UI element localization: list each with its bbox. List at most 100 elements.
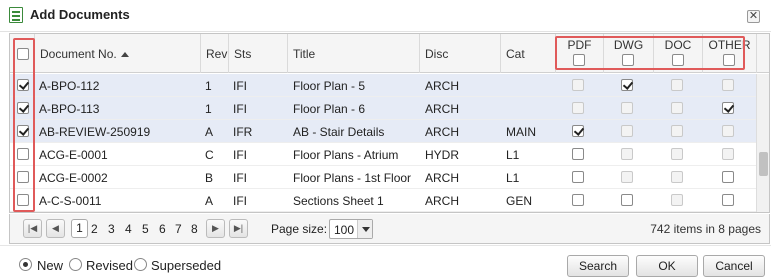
pdf-checkbox[interactable] bbox=[572, 148, 584, 160]
dwg-checkbox[interactable] bbox=[621, 171, 633, 183]
doc-checkbox[interactable] bbox=[671, 125, 683, 137]
column-header-dwg: DWG bbox=[603, 34, 653, 73]
select-all-header bbox=[10, 34, 34, 73]
dwg-checkbox[interactable] bbox=[621, 194, 633, 206]
page-link-8[interactable]: 8 bbox=[191, 222, 198, 236]
column-header-sts[interactable]: Sts bbox=[228, 34, 287, 73]
document-no-cell: A-BPO-113 bbox=[39, 102, 100, 116]
sort-ascending-icon bbox=[120, 52, 129, 57]
column-header-title[interactable]: Title bbox=[287, 34, 419, 73]
row-select-checkbox[interactable] bbox=[17, 102, 29, 114]
column-header-cat[interactable]: Cat bbox=[500, 34, 555, 73]
document-no-cell: A-C-S-0011 bbox=[39, 194, 102, 208]
radio-new[interactable] bbox=[19, 258, 32, 271]
sts-cell: IFR bbox=[233, 125, 253, 139]
doc-checkbox[interactable] bbox=[671, 194, 683, 206]
table-row[interactable]: A-BPO-113 1 IFI Floor Plan - 6 ARCH bbox=[10, 97, 756, 120]
table-row[interactable]: AB-REVIEW-250919 A IFR AB - Stair Detail… bbox=[10, 120, 756, 143]
page-size-select[interactable]: 100 bbox=[329, 219, 373, 239]
doc-checkbox[interactable] bbox=[671, 171, 683, 183]
table-row[interactable]: ACG-E-0001 C IFI Floor Plans - Atrium HY… bbox=[10, 143, 756, 166]
next-page-button[interactable]: ▶ bbox=[206, 219, 225, 238]
other-checkbox[interactable] bbox=[722, 148, 734, 160]
radio-superseded[interactable] bbox=[134, 258, 147, 271]
row-select-checkbox[interactable] bbox=[17, 171, 29, 183]
sts-cell: IFI bbox=[233, 194, 247, 208]
title-cell: Floor Plans - Atrium bbox=[293, 148, 399, 162]
ok-button[interactable]: OK bbox=[636, 255, 698, 277]
radio-revised[interactable] bbox=[69, 258, 82, 271]
page-link-3[interactable]: 3 bbox=[108, 222, 115, 236]
pdf-checkbox[interactable] bbox=[572, 194, 584, 206]
chevron-down-icon[interactable] bbox=[357, 220, 372, 238]
pdf-checkbox[interactable] bbox=[572, 125, 584, 137]
dwg-select-all-checkbox[interactable] bbox=[622, 54, 634, 66]
doc-checkbox[interactable] bbox=[671, 102, 683, 114]
disc-cell: ARCH bbox=[425, 79, 460, 93]
previous-page-button[interactable]: ◀ bbox=[46, 219, 65, 238]
column-header-document-no[interactable]: Document No. bbox=[34, 34, 200, 73]
other-select-all-checkbox[interactable] bbox=[723, 54, 735, 66]
document-no-cell: ACG-E-0001 bbox=[39, 148, 108, 162]
select-all-checkbox[interactable] bbox=[17, 48, 29, 60]
doc-checkbox[interactable] bbox=[671, 79, 683, 91]
row-select-checkbox[interactable] bbox=[17, 194, 29, 206]
scrollbar-thumb[interactable] bbox=[759, 152, 768, 176]
other-checkbox[interactable] bbox=[722, 102, 734, 114]
column-header-other: OTHER bbox=[702, 34, 756, 73]
title-cell: AB - Stair Details bbox=[293, 125, 385, 139]
cat-cell: L1 bbox=[506, 148, 520, 162]
page-link-2[interactable]: 2 bbox=[91, 222, 98, 236]
page-link-1[interactable]: 1 bbox=[71, 219, 88, 238]
cat-cell: GEN bbox=[506, 194, 533, 208]
search-button[interactable]: Search bbox=[567, 255, 629, 277]
column-header-rev[interactable]: Rev bbox=[200, 34, 228, 73]
dwg-checkbox[interactable] bbox=[621, 148, 633, 160]
other-checkbox[interactable] bbox=[722, 79, 734, 91]
column-header-disc[interactable]: Disc bbox=[419, 34, 500, 73]
other-checkbox[interactable] bbox=[722, 194, 734, 206]
doc-checkbox[interactable] bbox=[671, 148, 683, 160]
document-no-cell: AB-REVIEW-250919 bbox=[39, 125, 151, 139]
row-select-checkbox[interactable] bbox=[17, 125, 29, 137]
grid-header: Document No. Rev Sts Title Disc Cat PDF … bbox=[10, 34, 769, 73]
first-page-button[interactable]: |◀ bbox=[23, 219, 42, 238]
row-select-checkbox[interactable] bbox=[17, 148, 29, 160]
disc-cell: HYDR bbox=[425, 148, 460, 162]
pdf-checkbox[interactable] bbox=[572, 102, 584, 114]
close-icon[interactable]: ✕ bbox=[747, 10, 760, 23]
pager-info: 742 items in 8 pages bbox=[650, 222, 761, 236]
dwg-checkbox[interactable] bbox=[621, 79, 633, 91]
sts-cell: IFI bbox=[233, 171, 247, 185]
dwg-checkbox[interactable] bbox=[621, 102, 633, 114]
page-size-label: Page size: bbox=[271, 222, 328, 236]
title-cell: Floor Plans - 1st Floor bbox=[293, 171, 412, 185]
page-link-5[interactable]: 5 bbox=[142, 222, 149, 236]
table-row[interactable]: A-C-S-0011 A IFI Sections Sheet 1 ARCH G… bbox=[10, 189, 756, 212]
row-select-checkbox[interactable] bbox=[17, 79, 29, 91]
cancel-button[interactable]: Cancel bbox=[703, 255, 765, 277]
table-row[interactable]: A-BPO-112 1 IFI Floor Plan - 5 ARCH bbox=[10, 74, 756, 97]
radio-revised-label[interactable]: Revised bbox=[86, 258, 133, 273]
sts-cell: IFI bbox=[233, 148, 247, 162]
dwg-checkbox[interactable] bbox=[621, 125, 633, 137]
document-no-cell: A-BPO-112 bbox=[39, 79, 100, 93]
grid-vertical-scrollbar[interactable] bbox=[756, 74, 769, 212]
other-checkbox[interactable] bbox=[722, 171, 734, 183]
last-page-button[interactable]: ▶| bbox=[229, 219, 248, 238]
cat-cell: L1 bbox=[506, 171, 520, 185]
other-checkbox[interactable] bbox=[722, 125, 734, 137]
radio-superseded-label[interactable]: Superseded bbox=[151, 258, 221, 273]
page-link-6[interactable]: 6 bbox=[159, 222, 166, 236]
radio-new-label[interactable]: New bbox=[37, 258, 63, 273]
page-link-4[interactable]: 4 bbox=[125, 222, 132, 236]
disc-cell: ARCH bbox=[425, 171, 460, 185]
title-cell: Floor Plan - 5 bbox=[293, 79, 366, 93]
pdf-select-all-checkbox[interactable] bbox=[573, 54, 585, 66]
table-row[interactable]: ACG-E-0002 B IFI Floor Plans - 1st Floor… bbox=[10, 166, 756, 189]
rev-cell: B bbox=[205, 171, 214, 185]
page-link-7[interactable]: 7 bbox=[175, 222, 182, 236]
pdf-checkbox[interactable] bbox=[572, 171, 584, 183]
pdf-checkbox[interactable] bbox=[572, 79, 584, 91]
doc-select-all-checkbox[interactable] bbox=[672, 54, 684, 66]
